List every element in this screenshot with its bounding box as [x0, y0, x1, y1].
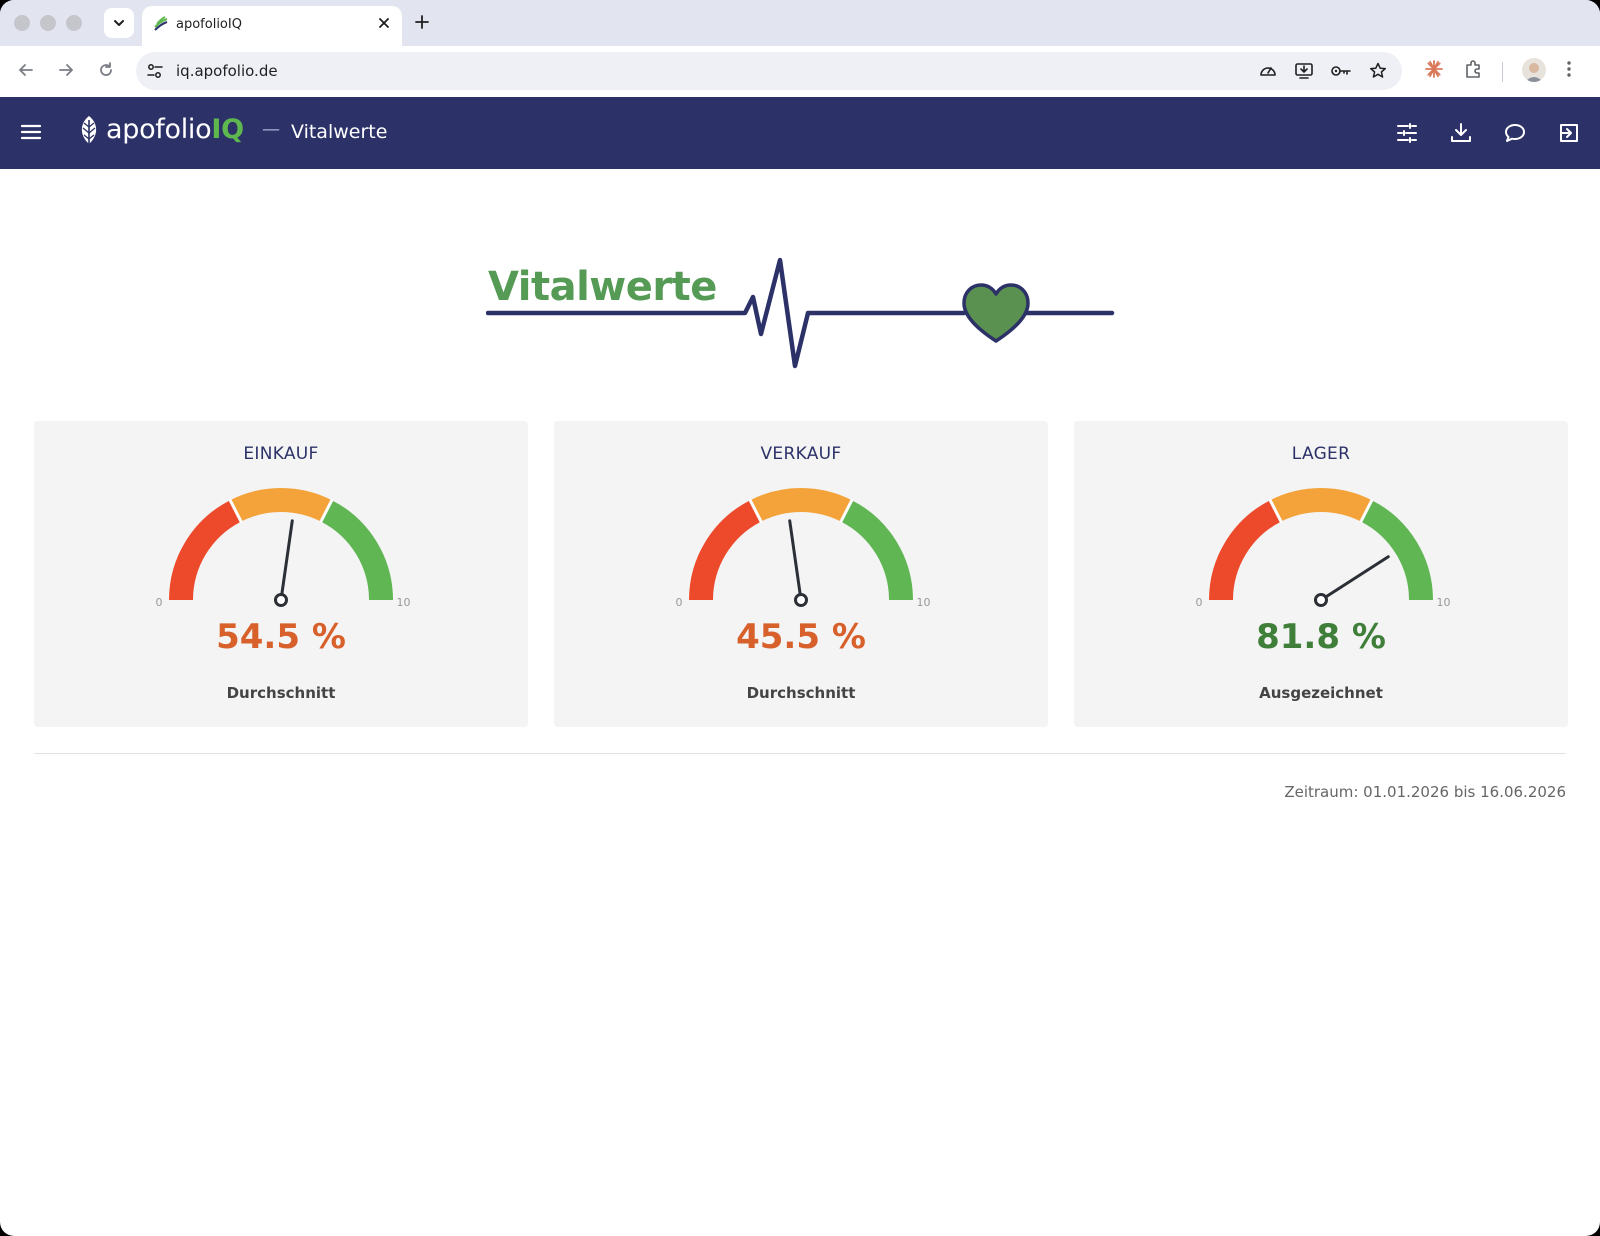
toolbar-divider: [1502, 62, 1503, 82]
gauge-segment-high: [1360, 500, 1433, 601]
performance-gauge-icon[interactable]: [1258, 61, 1278, 81]
hamburger-menu-icon[interactable]: [20, 121, 42, 143]
gauge-segment-mid: [230, 488, 332, 522]
tab-search-button[interactable]: [104, 8, 134, 38]
site-settings-icon[interactable]: [146, 62, 164, 80]
forward-arrow-icon[interactable]: [56, 60, 76, 80]
window-close-dot[interactable]: [14, 15, 30, 31]
gauge-card-verkauf: VERKAUF 0 100 45.5 % Durchschnitt: [554, 421, 1048, 727]
claude-extension-icon[interactable]: [1423, 58, 1445, 80]
logout-icon[interactable]: [1557, 121, 1581, 145]
back-arrow-icon[interactable]: [16, 60, 36, 80]
gauge-segment-mid: [750, 488, 852, 522]
content-divider: [34, 753, 1566, 754]
brand-logo-text[interactable]: apofolioIQ: [106, 114, 244, 145]
browser-menu-kebab-icon[interactable]: [1565, 58, 1573, 80]
gauge-title: LAGER: [1291, 444, 1351, 464]
gauge-max-label: 100: [1437, 596, 1452, 609]
filter-sliders-icon[interactable]: [1395, 121, 1419, 145]
heart-icon: [962, 283, 1030, 343]
hero-banner: Vitalwerte: [486, 252, 1116, 372]
bookmark-star-icon[interactable]: [1368, 61, 1388, 81]
gauge-title: VERKAUF: [760, 444, 842, 464]
gauge-dial: 0 100: [156, 488, 412, 609]
app-header: apofolioIQ — Vitalwerte: [0, 97, 1600, 169]
gauge-segment-high: [320, 500, 393, 601]
gauge-min-label: 0: [156, 596, 163, 609]
heartbeat-line-icon: [486, 257, 1115, 369]
gauge-needle: [1319, 555, 1390, 602]
gauge-status: Ausgezeichnet: [1259, 684, 1383, 702]
window-minimize-dot[interactable]: [40, 15, 56, 31]
gauge-value: 45.5 %: [736, 617, 866, 657]
brand-suffix: IQ: [211, 114, 244, 145]
password-key-icon[interactable]: [1330, 61, 1352, 81]
gauge-min-label: 0: [1196, 596, 1203, 609]
url-text[interactable]: iq.apofolio.de: [176, 62, 278, 80]
gauge-needle-pivot: [1314, 593, 1328, 607]
browser-tab-active[interactable]: apofolioIQ: [142, 6, 402, 46]
gauge-title: EINKAUF: [243, 444, 319, 464]
close-icon[interactable]: [376, 15, 392, 31]
gauge-card-lager: LAGER 0 100 81.8 % Ausgezeichnet: [1074, 421, 1568, 727]
new-tab-plus-icon[interactable]: [412, 12, 432, 32]
apofolio-favicon-icon: [154, 16, 168, 31]
period-text: Zeitraum: 01.01.2026 bis 16.06.2026: [1284, 783, 1566, 801]
gauge-dial: 0 100: [1196, 488, 1452, 609]
address-bar[interactable]: iq.apofolio.de: [136, 52, 1402, 90]
gauge-needle-pivot: [794, 593, 808, 607]
gauge-segment-high: [840, 500, 913, 601]
tab-strip: apofolioIQ: [0, 0, 1600, 46]
gauge-segment-low: [169, 500, 242, 601]
apofolio-leaf-logo-icon: [81, 116, 97, 148]
gauge-segment-low: [689, 500, 762, 601]
gauge-dial: 0 100: [676, 488, 932, 609]
install-app-icon[interactable]: [1294, 61, 1314, 81]
gauge-value: 81.8 %: [1256, 617, 1386, 657]
browser-toolbar: iq.apofolio.de: [0, 46, 1600, 97]
gauge-needle-pivot: [274, 593, 288, 607]
gauge-segment-mid: [1270, 488, 1372, 522]
chat-bubble-icon[interactable]: [1503, 121, 1527, 145]
gauge-max-label: 100: [917, 596, 932, 609]
profile-person-icon: [1525, 63, 1543, 82]
gauge-status: Durchschnitt: [746, 684, 856, 702]
gauge-max-label: 100: [397, 596, 412, 609]
browser-window: apofolioIQ iq.apofolio.de apofolioIQ — V…: [0, 0, 1600, 1236]
gauge-card-einkauf: EINKAUF 0 100 54.5 % Durchschnitt: [34, 421, 528, 727]
gauge-segment-low: [1209, 500, 1282, 601]
header-separator: —: [262, 119, 280, 140]
brand-prefix: apofolio: [106, 114, 212, 145]
chevron-down-icon: [114, 20, 124, 26]
download-icon[interactable]: [1449, 121, 1473, 145]
extensions-puzzle-icon[interactable]: [1463, 58, 1485, 80]
gauge-needle: [788, 519, 803, 602]
header-page-title: Vitalwerte: [291, 121, 388, 143]
gauge-min-label: 0: [676, 596, 683, 609]
gauge-needle: [279, 519, 294, 602]
reload-icon[interactable]: [96, 60, 116, 80]
window-zoom-dot[interactable]: [66, 15, 82, 31]
gauge-value: 54.5 %: [216, 617, 346, 657]
gauge-status: Durchschnitt: [226, 684, 336, 702]
tab-title: apofolioIQ: [176, 17, 242, 32]
profile-avatar[interactable]: [1522, 58, 1546, 82]
